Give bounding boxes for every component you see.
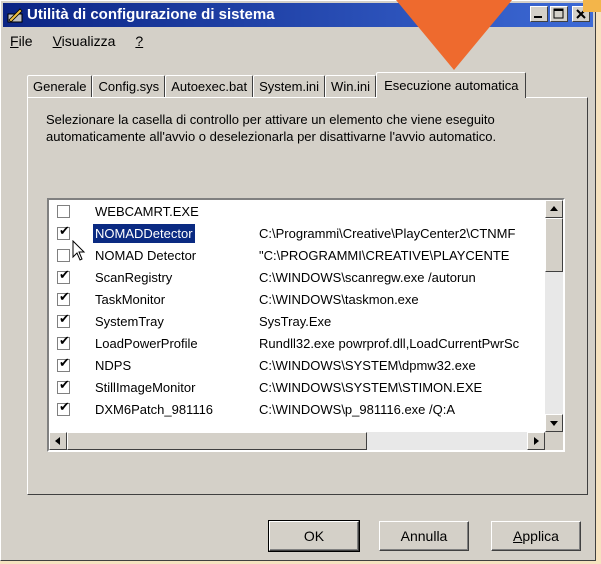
checkmark-icon: ✔ — [59, 399, 70, 414]
msconfig-app-icon — [7, 8, 23, 23]
maximize-icon — [553, 8, 564, 19]
startup-panel: Selezionare la casella di controllo per … — [27, 97, 588, 495]
checkmark-icon: ✔ — [59, 333, 70, 348]
list-item[interactable]: ✔ ScanRegistry C:\WINDOWS\scanregw.exe /… — [49, 266, 545, 289]
startup-item-name: TaskMonitor — [95, 292, 166, 307]
tab-autoexec-bat[interactable]: Autoexec.bat — [165, 75, 254, 97]
list-item[interactable]: ✔ StillImageMonitor C:\WINDOWS\SYSTEM\ST… — [49, 376, 545, 399]
startup-list: WEBCAMRT.EXE ✔ NOMADDetector C:\Programm… — [47, 198, 565, 452]
vertical-scroll-thumb[interactable] — [545, 218, 563, 272]
arrow-up-icon — [550, 206, 558, 211]
startup-item-command: C:\WINDOWS\SYSTEM\dpmw32.exe — [259, 358, 476, 373]
apply-label: pplica — [522, 528, 559, 544]
tab-startup[interactable]: Esecuzione automatica — [376, 72, 527, 98]
list-item[interactable]: NOMAD Detector "C:\PROGRAMMI\CREATIVE\PL… — [49, 244, 545, 267]
scroll-left-button[interactable] — [49, 432, 67, 450]
tab-win-ini[interactable]: Win.ini — [325, 75, 377, 97]
maximize-button[interactable] — [550, 6, 568, 22]
tab-system-ini[interactable]: System.ini — [253, 75, 326, 97]
menu-bar: File Visualizza ? — [7, 31, 146, 53]
startup-checkbox[interactable]: ✔ — [57, 377, 70, 394]
startup-item-name: NOMADDetector — [92, 223, 196, 244]
startup-checkbox[interactable] — [57, 249, 70, 262]
menu-view-label: isualizza — [61, 33, 116, 49]
startup-item-name: NDPS — [95, 358, 132, 373]
startup-item-name: DXM6Patch_981116 — [95, 402, 214, 417]
startup-item-command: "C:\PROGRAMMI\CREATIVE\PLAYCENTE — [259, 248, 510, 263]
startup-checkbox[interactable]: ✔ — [57, 333, 70, 350]
startup-description: Selezionare la casella di controllo per … — [46, 112, 497, 144]
scrollbar-corner — [545, 432, 563, 450]
startup-checkbox[interactable]: ✔ — [57, 311, 70, 328]
startup-checkbox[interactable] — [57, 205, 70, 218]
menu-view-accel: V — [52, 33, 62, 49]
startup-item-name: StillImageMonitor — [95, 380, 196, 395]
menu-help[interactable]: ? — [132, 31, 146, 53]
startup-item-name: WEBCAMRT.EXE — [95, 204, 199, 219]
startup-item-command: C:\WINDOWS\taskmon.exe — [259, 292, 419, 307]
startup-item-command: C:\WINDOWS\scanregw.exe /autorun — [259, 270, 476, 285]
checkmark-icon: ✔ — [59, 311, 70, 326]
horizontal-scrollbar[interactable] — [49, 432, 545, 450]
menu-file-accel: F — [10, 33, 19, 49]
horizontal-scroll-thumb[interactable] — [67, 432, 367, 450]
msconfig-window: Utilità di configurazione di sistema Fil… — [0, 0, 596, 561]
list-item[interactable]: ✔ NDPS C:\WINDOWS\SYSTEM\dpmw32.exe — [49, 354, 545, 377]
menu-file-label: ile — [18, 33, 33, 49]
arrow-right-icon — [534, 437, 539, 445]
accent-corner — [583, 0, 601, 12]
startup-item-command: C:\WINDOWS\p_981116.exe /Q:A — [259, 402, 456, 417]
accent-arrow — [396, 0, 512, 70]
startup-item-name: NOMAD Detector — [95, 248, 197, 263]
scroll-right-button[interactable] — [527, 432, 545, 450]
startup-item-name: SystemTray — [95, 314, 164, 329]
apply-accel: A — [513, 528, 523, 544]
vertical-scrollbar[interactable] — [545, 200, 563, 432]
menu-file[interactable]: File — [7, 31, 36, 53]
checkmark-icon: ✔ — [59, 223, 70, 238]
startup-checkbox[interactable]: ✔ — [57, 267, 70, 284]
checkmark-icon: ✔ — [59, 355, 70, 370]
apply-button[interactable]: Applica — [491, 521, 581, 551]
tab-general[interactable]: Generale — [27, 75, 93, 97]
mouse-pointer-icon — [72, 240, 86, 261]
checkmark-icon: ✔ — [59, 289, 70, 304]
window-title: Utilità di configurazione di sistema — [27, 6, 275, 23]
arrow-left-icon — [55, 437, 60, 445]
startup-item-name: LoadPowerProfile — [95, 336, 198, 351]
checkmark-icon: ✔ — [59, 267, 70, 282]
startup-item-command: SysTray.Exe — [259, 314, 332, 329]
startup-checkbox[interactable]: ✔ — [57, 399, 70, 416]
startup-item-command: C:\Programmi\Creative\PlayCenter2\CTNMF — [259, 226, 516, 241]
list-item[interactable]: ✔ SystemTray SysTray.Exe — [49, 310, 545, 333]
checkmark-icon: ✔ — [59, 377, 70, 392]
startup-checkbox[interactable]: ✔ — [57, 289, 70, 306]
arrow-down-icon — [550, 421, 558, 426]
ok-button[interactable]: OK — [268, 520, 360, 552]
startup-item-command: Rundll32.exe powrprof.dll,LoadCurrentPwr… — [259, 336, 520, 351]
list-item[interactable]: ✔ LoadPowerProfile Rundll32.exe powrprof… — [49, 332, 545, 355]
minimize-icon — [534, 16, 542, 18]
tab-config-sys[interactable]: Config.sys — [92, 75, 166, 97]
startup-item-command: C:\WINDOWS\SYSTEM\STIMON.EXE — [259, 380, 483, 395]
startup-checkbox[interactable]: ✔ — [57, 223, 70, 240]
tab-strip: Generale Config.sys Autoexec.bat System.… — [27, 71, 527, 98]
list-item[interactable]: ✔ DXM6Patch_981116 C:\WINDOWS\p_981116.e… — [49, 398, 545, 421]
minimize-button[interactable] — [530, 6, 548, 22]
list-item[interactable]: WEBCAMRT.EXE — [49, 200, 545, 223]
list-item[interactable]: ✔ NOMADDetector C:\Programmi\Creative\Pl… — [49, 222, 545, 245]
scroll-down-button[interactable] — [545, 414, 563, 432]
menu-help-label: ? — [135, 33, 144, 49]
menu-view[interactable]: Visualizza — [50, 31, 119, 53]
scroll-up-button[interactable] — [545, 200, 563, 218]
startup-checkbox[interactable]: ✔ — [57, 355, 70, 372]
startup-item-name: ScanRegistry — [95, 270, 173, 285]
list-item[interactable]: ✔ TaskMonitor C:\WINDOWS\taskmon.exe — [49, 288, 545, 311]
cancel-button[interactable]: Annulla — [379, 521, 469, 551]
